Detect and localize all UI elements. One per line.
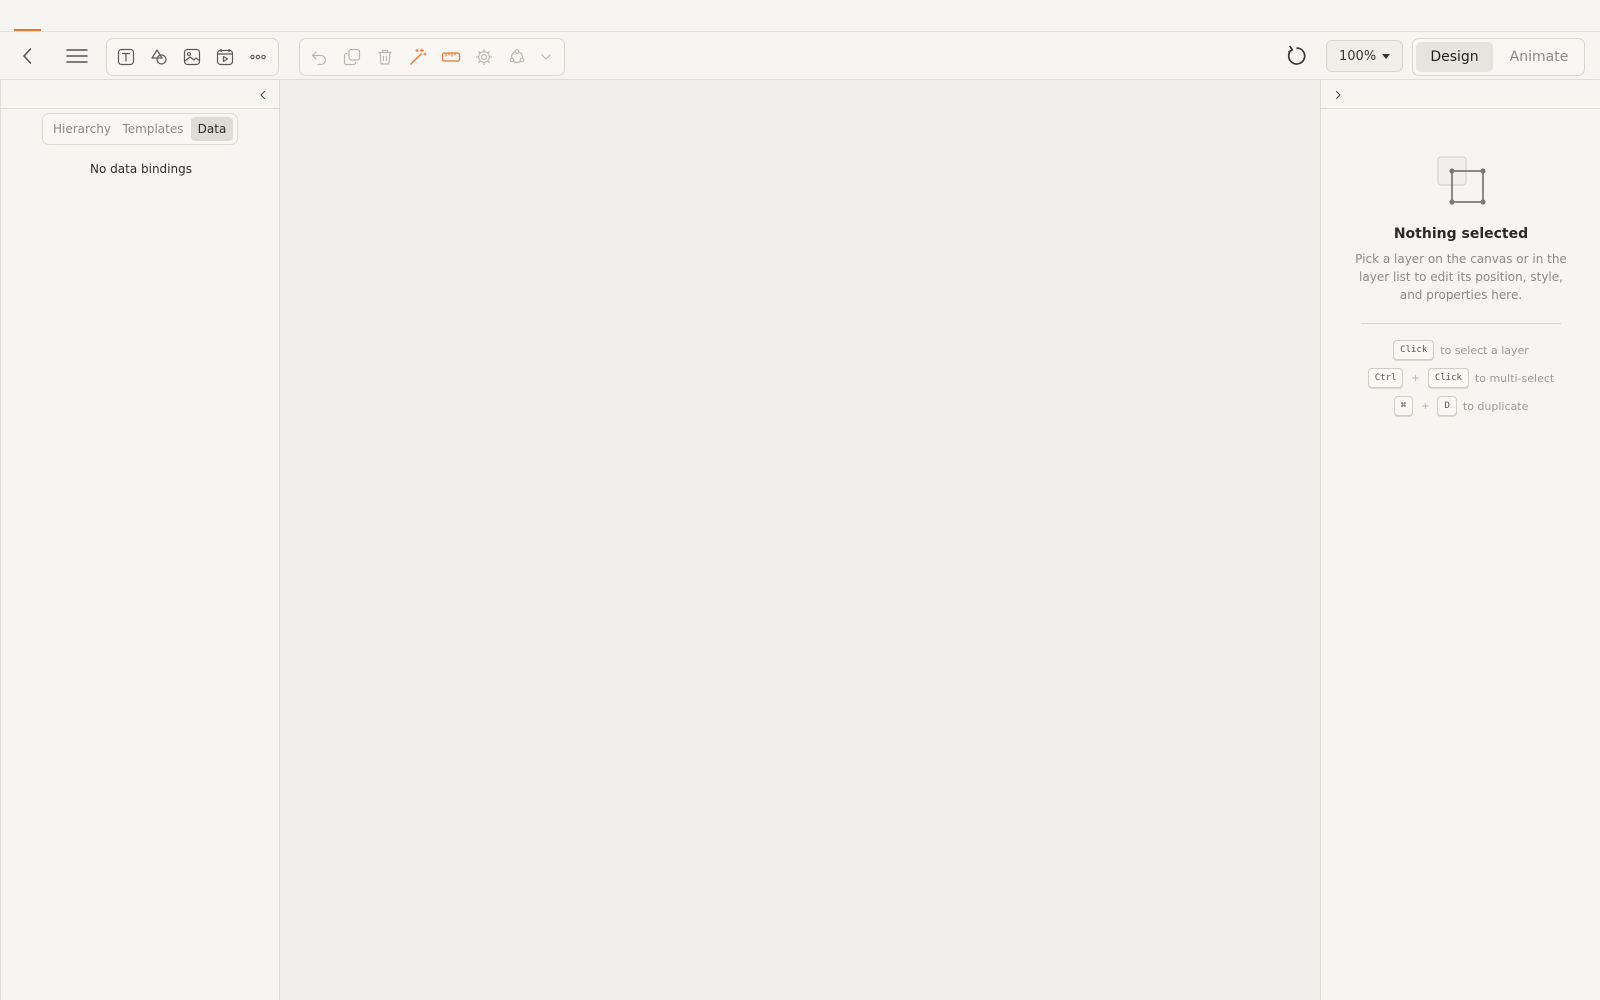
caret-down-icon (1382, 54, 1390, 59)
zoom-select[interactable]: 100% (1326, 40, 1403, 72)
refresh-icon (1287, 45, 1306, 65)
loading-progress-bar (0, 29, 1600, 31)
ruler-button[interactable] (437, 43, 465, 71)
more-tools-button[interactable] (244, 43, 272, 71)
tab-data[interactable]: Data (191, 117, 233, 141)
collapse-right-panel-button[interactable] (1329, 86, 1347, 104)
kbd-key: Ctrl (1367, 368, 1404, 388)
video-icon (216, 49, 234, 66)
chevron-right-icon (1335, 90, 1341, 100)
shortcut-text: to multi-select (1474, 371, 1555, 385)
kbd-key: ⌘ (1393, 396, 1414, 416)
collapse-left-panel-button[interactable] (254, 86, 272, 104)
plus-sign: + (1411, 372, 1420, 384)
right-panel-header (1321, 80, 1600, 109)
more-icon (250, 54, 266, 60)
settings-button[interactable] (470, 43, 498, 71)
shapes-icon (151, 49, 167, 65)
more-edit-dropdown[interactable] (532, 43, 560, 71)
ruler-icon (441, 52, 461, 62)
duplicate-icon (343, 48, 361, 66)
plus-sign: + (1421, 400, 1430, 412)
chevron-down-icon (541, 54, 551, 60)
left-panel-tabs: Hierarchy Templates Data (42, 113, 238, 145)
menu-button[interactable] (63, 42, 91, 70)
text-icon (117, 48, 135, 66)
add-shape-button[interactable] (145, 43, 173, 71)
hamburger-menu-icon (66, 49, 88, 63)
undo-button[interactable] (305, 43, 333, 71)
tab-hierarchy[interactable]: Hierarchy (48, 117, 116, 141)
shortcut-select: Click to select a layer (1321, 339, 1600, 361)
nothing-selected-description: Pick a layer on the canvas or in the lay… (1355, 252, 1567, 302)
left-panel-header (1, 80, 279, 109)
zoom-value: 100% (1339, 48, 1377, 64)
empty-data-message: No data bindings (90, 162, 192, 176)
chevron-left-icon (23, 48, 32, 64)
reset-view-button[interactable] (1283, 42, 1311, 70)
right-panel: Nothing selected Pick a layer on the can… (1320, 80, 1600, 1000)
shortcut-text: to duplicate (1462, 399, 1529, 413)
progress-fill (14, 29, 42, 31)
chevron-left-icon (260, 90, 266, 100)
magic-wand-button[interactable] (404, 43, 432, 71)
magic-wand-icon (410, 48, 427, 65)
insert-tools-group (106, 38, 279, 76)
tab-templates[interactable]: Templates (118, 117, 188, 141)
add-image-button[interactable] (178, 43, 206, 71)
component-button[interactable] (503, 43, 531, 71)
shortcut-text: to select a layer (1440, 343, 1529, 357)
undo-icon (311, 51, 327, 66)
animate-mode-button[interactable]: Animate (1499, 42, 1579, 72)
kbd-key: D (1437, 396, 1457, 416)
image-icon (183, 48, 201, 66)
trash-icon (378, 49, 392, 65)
add-text-button[interactable] (112, 43, 140, 71)
design-canvas[interactable] (280, 80, 1320, 1000)
component-icon (509, 49, 525, 64)
main-toolbar: 100% Design Animate (0, 32, 1600, 80)
mode-toggle: Design Animate (1412, 38, 1585, 76)
divider (1361, 323, 1561, 324)
top-bar (0, 0, 1600, 32)
back-button[interactable] (14, 42, 42, 70)
add-video-button[interactable] (211, 43, 239, 71)
kbd-key: Click (1393, 340, 1435, 360)
shortcut-duplicate: ⌘ + D to duplicate (1321, 395, 1600, 417)
duplicate-button[interactable] (338, 43, 366, 71)
kbd-key: Click (1427, 368, 1469, 388)
selection-illustration-icon (1437, 156, 1486, 205)
left-panel: Hierarchy Templates Data No data binding… (0, 80, 280, 1000)
edit-tools-group (299, 38, 565, 76)
design-mode-button[interactable]: Design (1416, 42, 1493, 72)
nothing-selected-title: Nothing selected (1393, 226, 1529, 242)
shortcut-multi-select: Ctrl + Click to multi-select (1321, 367, 1600, 389)
gear-icon (475, 48, 493, 66)
delete-button[interactable] (371, 43, 399, 71)
